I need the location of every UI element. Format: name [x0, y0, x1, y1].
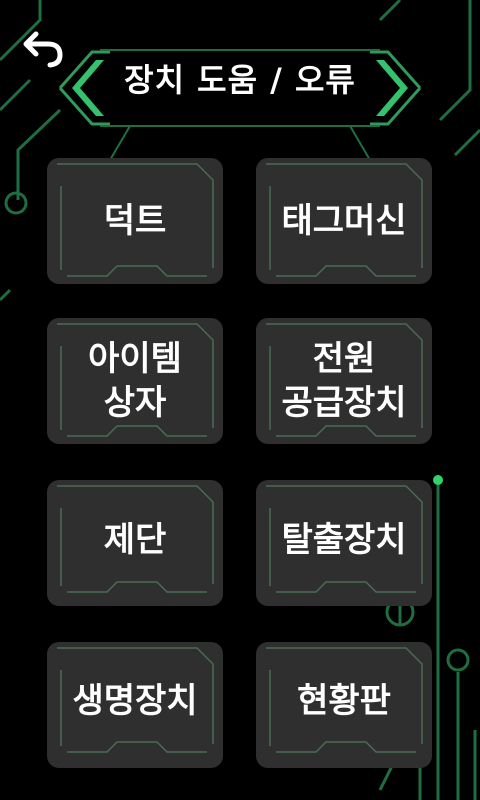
tile-label: 아이템 상자	[88, 339, 182, 423]
tile-escape-device[interactable]: 탈출장치	[256, 480, 432, 606]
tile-label: 탈출장치	[281, 520, 407, 560]
tile-altar[interactable]: 제단	[47, 480, 223, 606]
tile-item-box[interactable]: 아이템 상자	[47, 318, 223, 444]
tile-life-device[interactable]: 생명장치	[47, 642, 223, 768]
tile-label: 태그머신	[281, 201, 407, 241]
tile-power-supply[interactable]: 전원 공급장치	[256, 318, 432, 444]
tile-duct[interactable]: 덕트	[47, 158, 223, 284]
tile-label: 덕트	[103, 201, 167, 241]
tile-label: 제단	[103, 520, 167, 560]
tile-status-board[interactable]: 현황판	[256, 642, 432, 768]
header: 장치 도움 / 오류	[60, 28, 420, 128]
tile-label: 현황판	[297, 681, 391, 721]
page-title: 장치 도움 / 오류	[124, 61, 356, 99]
tile-label: 전원 공급장치	[281, 339, 407, 423]
tile-tag-machine[interactable]: 태그머신	[256, 158, 432, 284]
tile-label: 생명장치	[72, 681, 198, 721]
